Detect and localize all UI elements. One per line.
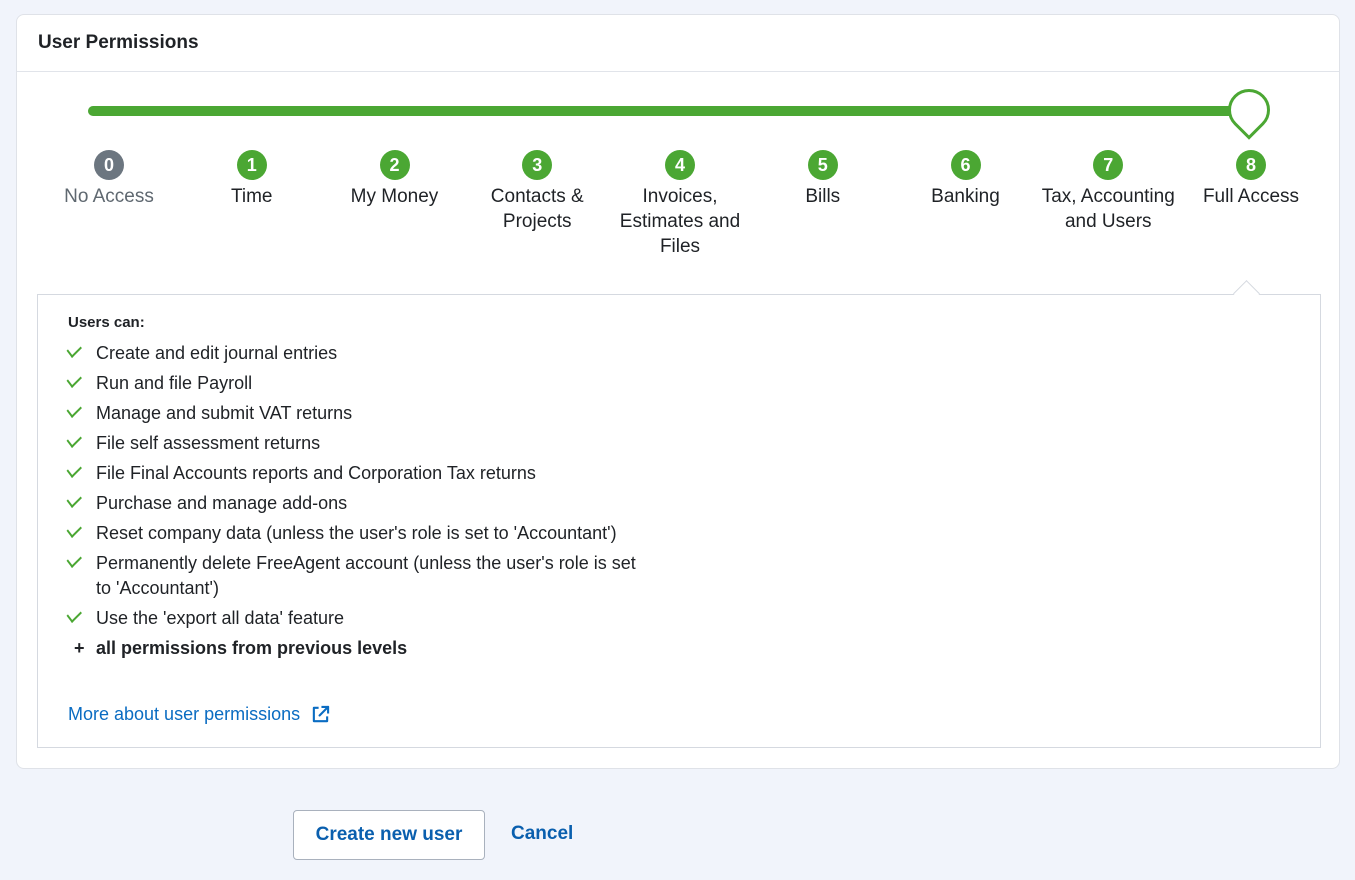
permission-text: Use the 'export all data' feature <box>96 608 345 628</box>
card-header: User Permissions <box>17 15 1339 72</box>
level-3[interactable]: 3 Contacts & Projects <box>467 150 607 234</box>
permission-item: File self assessment returns <box>66 430 648 456</box>
check-icon <box>66 605 82 623</box>
level-0[interactable]: 0 No Access <box>39 150 179 209</box>
check-icon <box>66 490 82 508</box>
check-icon <box>66 430 82 448</box>
permission-text: File self assessment returns <box>96 433 321 453</box>
level-5[interactable]: 5 Bills <box>753 150 893 209</box>
level-label: Banking <box>931 186 1000 207</box>
level-label: My Money <box>350 186 439 207</box>
level-4[interactable]: 4 Invoices, Estimates and Files <box>610 150 750 259</box>
permissions-heading: Users can: <box>68 314 145 331</box>
level-label: Bills <box>805 186 841 207</box>
level-label: Full Access <box>1202 186 1300 207</box>
permission-item: Permanently delete FreeAgent account (un… <box>66 550 648 601</box>
permission-text: File Final Accounts reports and Corporat… <box>96 463 536 483</box>
plus-icon: + <box>74 638 85 658</box>
more-about-permissions-link[interactable]: More about user permissions <box>68 704 330 725</box>
check-icon <box>66 400 82 418</box>
permission-item: Use the 'export all data' feature <box>66 605 648 631</box>
inherited-permissions-text: all permissions from previous levels <box>96 638 408 658</box>
permission-level-slider[interactable]: 0 No Access 1 Time 2 My Money 3 Contacts & Proj… <box>17 72 1339 292</box>
level-label: No Access <box>64 186 154 207</box>
permission-item: File Final Accounts reports and Corporat… <box>66 460 648 486</box>
permission-text: Permanently delete FreeAgent account (un… <box>96 553 636 598</box>
level-number-badge: 6 <box>950 150 981 180</box>
permission-text: Reset company data (unless the user's ro… <box>96 523 617 543</box>
slider-track[interactable] <box>88 106 1250 116</box>
level-number-badge: 2 <box>379 150 410 180</box>
permission-text: Run and file Payroll <box>96 373 253 393</box>
permission-item: Create and edit journal entries <box>66 340 648 366</box>
external-link-icon <box>312 705 330 723</box>
level-number-badge: 5 <box>807 150 838 180</box>
user-permissions-card: User Permissions 0 No Access 1 Time 2 My Mone… <box>16 14 1340 769</box>
inherited-permissions-item: + all permissions from previous levels <box>68 636 648 661</box>
level-number-badge: 7 <box>1093 150 1124 180</box>
level-label: Invoices, Estimates and Files <box>619 186 741 257</box>
permission-text: Create and edit journal entries <box>96 343 338 363</box>
check-icon <box>66 370 82 388</box>
permission-item: Manage and submit VAT returns <box>66 400 648 426</box>
level-1[interactable]: 1 Time <box>182 150 322 209</box>
permission-item: Purchase and manage add-ons <box>66 490 648 516</box>
more-link-label: More about user permissions <box>68 704 301 724</box>
check-icon <box>66 340 82 358</box>
level-number-badge: 1 <box>236 150 267 180</box>
level-number-badge: 0 <box>94 150 124 180</box>
permission-text: Purchase and manage add-ons <box>96 493 348 513</box>
level-label: Tax, Accounting and Users <box>1041 186 1175 232</box>
create-new-user-button[interactable]: Create new user <box>293 810 485 860</box>
permission-item: Run and file Payroll <box>66 370 648 396</box>
cancel-link[interactable]: Cancel <box>511 823 573 845</box>
level-8[interactable]: 8 Full Access <box>1181 150 1321 209</box>
card-title: User Permissions <box>38 32 199 53</box>
check-icon <box>66 520 82 538</box>
permissions-panel: Users can: Create and edit journal entri… <box>37 280 1321 748</box>
level-7[interactable]: 7 Tax, Accounting and Users <box>1038 150 1178 234</box>
permission-text: Manage and submit VAT returns <box>96 403 353 423</box>
slider-track-fill <box>88 106 1250 116</box>
level-6[interactable]: 6 Banking <box>896 150 1036 209</box>
level-number-badge: 8 <box>1236 150 1266 180</box>
check-icon <box>66 460 82 478</box>
check-icon <box>66 550 82 568</box>
permission-item: Reset company data (unless the user's ro… <box>66 520 648 546</box>
level-2[interactable]: 2 My Money <box>325 150 465 209</box>
level-label: Time <box>230 186 273 207</box>
level-number-badge: 4 <box>665 150 695 180</box>
level-label: Contacts & Projects <box>490 186 584 232</box>
level-number-badge: 3 <box>522 150 553 180</box>
permissions-list: Create and edit journal entries Run and f… <box>66 340 648 661</box>
slider-handle[interactable] <box>1219 80 1279 140</box>
